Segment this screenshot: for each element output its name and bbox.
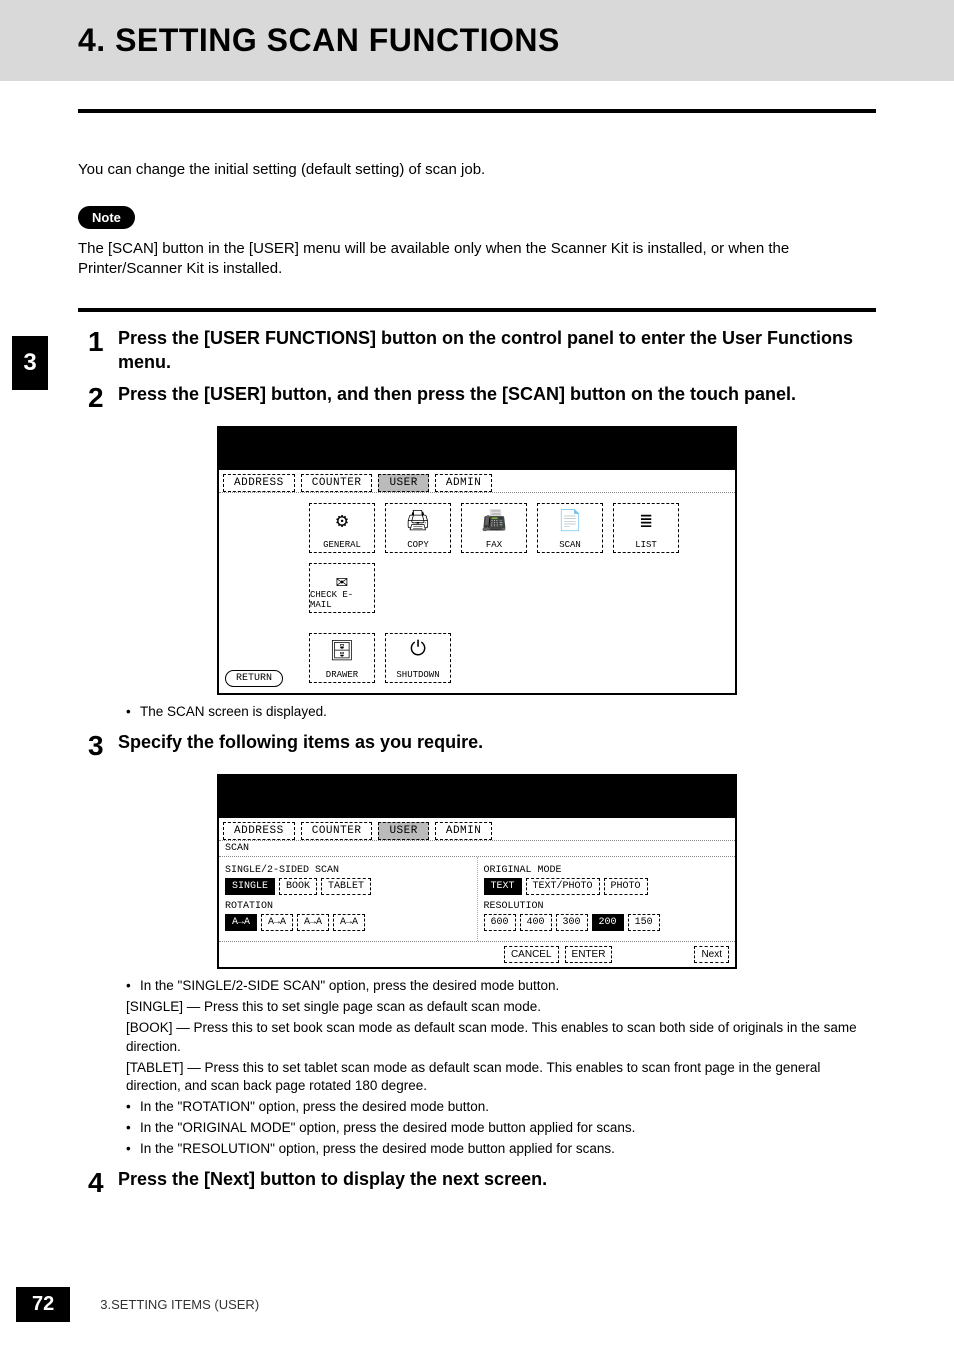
- touch-panel-scan-settings: ADDRESS COUNTER USER ADMIN SCAN SINGLE/2…: [217, 774, 737, 969]
- panel-blackbar: [219, 776, 735, 818]
- list-icon: ≣: [640, 508, 652, 534]
- tab-counter[interactable]: COUNTER: [301, 822, 373, 840]
- shutdown-icon: ⏻: [410, 638, 426, 662]
- rotation-option-1[interactable]: A→A: [225, 914, 257, 931]
- copy-icon: 🖨: [405, 508, 430, 534]
- note-badge: Note: [78, 206, 135, 229]
- res-300[interactable]: 300: [556, 914, 588, 931]
- explain-tablet: [TABLET] — Press this to set tablet scan…: [126, 1059, 876, 1097]
- chapter-side-tab: 3: [12, 336, 48, 390]
- page-footer: 72 3.SETTING ITEMS (USER): [0, 1287, 954, 1322]
- divider: [78, 308, 876, 312]
- tablet-option[interactable]: TABLET: [321, 878, 371, 895]
- shutdown-button[interactable]: ⏻SHUTDOWN: [385, 633, 451, 683]
- tab-user[interactable]: USER: [378, 474, 428, 492]
- check-email-button[interactable]: ✉CHECK E-MAIL: [309, 563, 375, 613]
- step-number: 4: [88, 1169, 118, 1197]
- footer-section-text: 3.SETTING ITEMS (USER): [100, 1297, 259, 1312]
- step-4: 4 Press the [Next] button to display the…: [88, 1167, 876, 1197]
- tab-address[interactable]: ADDRESS: [223, 822, 295, 840]
- next-button[interactable]: Next: [694, 946, 729, 963]
- rotation-option-2[interactable]: A→A: [261, 914, 293, 931]
- tab-admin[interactable]: ADMIN: [435, 822, 493, 840]
- note-text: The [SCAN] button in the [USER] menu wil…: [78, 239, 876, 280]
- general-button[interactable]: ⚙GENERAL: [309, 503, 375, 553]
- divider: [78, 109, 876, 113]
- scan-settings-sections: SINGLE/2-SIDED SCAN SINGLE BOOK TABLET R…: [219, 856, 735, 941]
- drawer-button[interactable]: 🗄DRAWER: [309, 633, 375, 683]
- step-number: 1: [88, 328, 118, 356]
- touch-panel-user-menu: ADDRESS COUNTER USER ADMIN ⚙GENERAL 🖨COP…: [217, 426, 737, 695]
- single-option[interactable]: SINGLE: [225, 878, 275, 895]
- fax-button[interactable]: 📠FAX: [461, 503, 527, 553]
- explain-rotation: In the "ROTATION" option, press the desi…: [126, 1098, 876, 1117]
- step2-note: The SCAN screen is displayed.: [126, 703, 876, 722]
- panel-blackbar: [219, 428, 735, 470]
- step-title: Specify the following items as you requi…: [118, 730, 876, 754]
- return-button[interactable]: RETURN: [225, 670, 283, 687]
- explain-original-mode: In the "ORIGINAL MODE" option, press the…: [126, 1119, 876, 1138]
- res-150[interactable]: 150: [628, 914, 660, 931]
- panel-bottom-row: CANCEL ENTER Next: [219, 941, 735, 967]
- tab-user[interactable]: USER: [378, 822, 428, 840]
- step-number: 2: [88, 384, 118, 412]
- step3-explanations: In the "SINGLE/2-SIDE SCAN" option, pres…: [126, 977, 876, 1159]
- cancel-button[interactable]: CANCEL: [504, 946, 559, 963]
- text-photo-option[interactable]: TEXT/PHOTO: [526, 878, 600, 895]
- rotation-label: ROTATION: [225, 901, 471, 912]
- rotation-option-3[interactable]: A→A: [297, 914, 329, 931]
- page-number: 72: [16, 1287, 70, 1322]
- photo-option[interactable]: PHOTO: [604, 878, 648, 895]
- resolution-label: RESOLUTION: [484, 901, 730, 912]
- single-2side-label: SINGLE/2-SIDED SCAN: [225, 865, 471, 876]
- chapter-header: 4. SETTING SCAN FUNCTIONS: [0, 0, 954, 81]
- panel-tabs: ADDRESS COUNTER USER ADMIN: [219, 470, 735, 493]
- general-icon: ⚙: [336, 508, 348, 534]
- explain-single2side: In the "SINGLE/2-SIDE SCAN" option, pres…: [126, 977, 876, 996]
- step-1: 1 Press the [USER FUNCTIONS] button on t…: [88, 326, 876, 375]
- step-title: Press the [USER FUNCTIONS] button on the…: [118, 326, 876, 375]
- scan-button[interactable]: 📄SCAN: [537, 503, 603, 553]
- intro-text: You can change the initial setting (defa…: [78, 161, 876, 178]
- step-title: Press the [USER] button, and then press …: [118, 382, 876, 406]
- res-400[interactable]: 400: [520, 914, 552, 931]
- list-button[interactable]: ≣LIST: [613, 503, 679, 553]
- enter-button[interactable]: ENTER: [565, 946, 613, 963]
- scan-icon: 📄: [558, 508, 583, 534]
- step-3: 3 Specify the following items as you req…: [88, 730, 876, 760]
- copy-button[interactable]: 🖨COPY: [385, 503, 451, 553]
- scan-label: SCAN: [219, 841, 735, 856]
- email-icon: ✉: [336, 568, 348, 594]
- explain-single: [SINGLE] — Press this to set single page…: [126, 998, 876, 1017]
- tab-counter[interactable]: COUNTER: [301, 474, 373, 492]
- bullet-text: The SCAN screen is displayed.: [126, 703, 876, 722]
- res-600[interactable]: 600: [484, 914, 516, 931]
- book-option[interactable]: BOOK: [279, 878, 317, 895]
- res-200[interactable]: 200: [592, 914, 624, 931]
- fax-icon: 📠: [482, 508, 507, 534]
- original-mode-label: ORIGINAL MODE: [484, 865, 730, 876]
- panel-buttons-row2: 🗄DRAWER ⏻SHUTDOWN: [219, 623, 735, 693]
- explain-resolution: In the "RESOLUTION" option, press the de…: [126, 1140, 876, 1159]
- tab-address[interactable]: ADDRESS: [223, 474, 295, 492]
- left-column: SINGLE/2-SIDED SCAN SINGLE BOOK TABLET R…: [219, 857, 478, 941]
- tab-admin[interactable]: ADMIN: [435, 474, 493, 492]
- step-number: 3: [88, 732, 118, 760]
- drawer-icon: 🗄: [329, 638, 354, 664]
- panel-buttons-row1: ⚙GENERAL 🖨COPY 📠FAX 📄SCAN ≣LIST ✉CHECK E…: [219, 493, 735, 623]
- right-column: ORIGINAL MODE TEXT TEXT/PHOTO PHOTO RESO…: [478, 857, 736, 941]
- chapter-title: 4. SETTING SCAN FUNCTIONS: [78, 22, 954, 59]
- explain-book: [BOOK] — Press this to set book scan mod…: [126, 1019, 876, 1057]
- panel-tabs: ADDRESS COUNTER USER ADMIN: [219, 818, 735, 841]
- step-title: Press the [Next] button to display the n…: [118, 1167, 876, 1191]
- text-option[interactable]: TEXT: [484, 878, 522, 895]
- step-2: 2 Press the [USER] button, and then pres…: [88, 382, 876, 412]
- rotation-option-4[interactable]: A→A: [333, 914, 365, 931]
